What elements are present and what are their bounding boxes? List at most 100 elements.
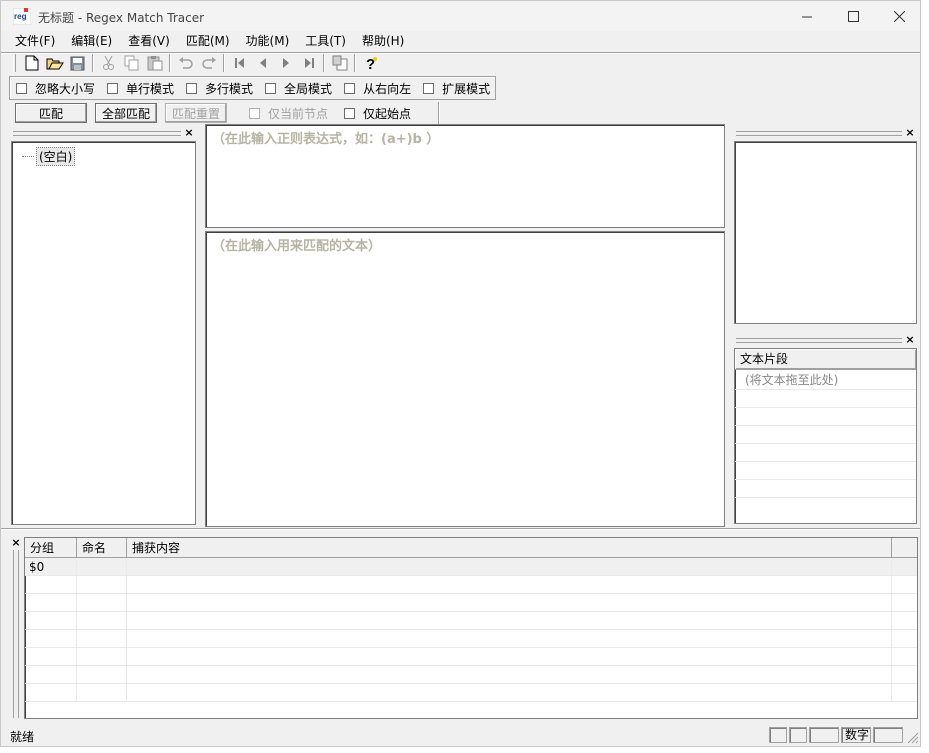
groups-table[interactable]: 分组 命名 捕获内容 $0 xyxy=(24,537,918,719)
menu-file[interactable]: 文件(F) xyxy=(7,31,63,52)
list-item xyxy=(735,444,916,462)
help-icon: ? xyxy=(366,56,377,71)
new-file-button[interactable] xyxy=(20,53,43,73)
match-all-button[interactable]: 全部匹配 xyxy=(95,103,157,123)
right-panel-close-icon[interactable]: × xyxy=(904,126,916,139)
last-icon xyxy=(304,58,314,68)
start-point-only-option[interactable]: 仅起始点 xyxy=(344,105,411,122)
regex-editor[interactable]: （在此输入正则表达式，如：(a+)b ） xyxy=(205,124,725,228)
panel-grip xyxy=(736,338,902,343)
toolbar-separator xyxy=(169,54,171,72)
right-panel-header: × xyxy=(734,126,916,140)
detail-view[interactable] xyxy=(734,141,917,324)
tree-root-node[interactable]: (空白) xyxy=(22,147,76,166)
table-row[interactable]: $0 xyxy=(25,558,917,576)
match-button[interactable]: 匹配 xyxy=(15,103,87,123)
snippets-list[interactable]: 文本片段 (将文本拖至此处) xyxy=(734,348,917,524)
groups-panel-close-icon[interactable]: × xyxy=(11,536,21,549)
minimize-button[interactable] xyxy=(784,1,830,31)
previous-icon xyxy=(259,58,266,68)
ignore-case-checkbox[interactable] xyxy=(16,82,27,94)
current-node-only-checkbox[interactable] xyxy=(249,107,260,119)
panel-grip xyxy=(13,131,181,136)
copy-button[interactable] xyxy=(120,53,143,73)
menu-help[interactable]: 帮助(H) xyxy=(354,31,412,52)
first-match-button[interactable] xyxy=(228,53,251,73)
toolbar: ? xyxy=(9,52,382,74)
previous-match-button[interactable] xyxy=(251,53,274,73)
paste-button[interactable] xyxy=(143,53,166,73)
close-button[interactable] xyxy=(876,1,920,31)
undo-button[interactable] xyxy=(174,53,197,73)
global-option[interactable]: 全局模式 xyxy=(265,80,332,97)
replace-button[interactable] xyxy=(328,53,351,73)
action-bar: 匹配 全部匹配 匹配重置 仅当前节点 仅起始点 xyxy=(9,101,423,125)
option-label: 扩展模式 xyxy=(442,81,491,96)
horizontal-splitter[interactable] xyxy=(1,528,920,530)
menu-edit[interactable]: 编辑(E) xyxy=(63,31,120,52)
first-icon xyxy=(234,58,244,68)
toolbar-grip[interactable] xyxy=(13,54,16,72)
multi-line-option[interactable]: 多行模式 xyxy=(186,80,253,97)
current-node-only-option[interactable]: 仅当前节点 xyxy=(249,105,328,122)
tree-panel-header: × xyxy=(11,126,195,140)
menu-view[interactable]: 查看(V) xyxy=(120,31,178,52)
tree-panel-close-icon[interactable]: × xyxy=(183,126,195,139)
paste-icon xyxy=(147,56,162,71)
snippets-panel-close-icon[interactable]: × xyxy=(904,333,916,346)
match-reset-button[interactable]: 匹配重置 xyxy=(165,103,227,123)
minimize-icon xyxy=(801,16,812,17)
table-row xyxy=(25,666,917,684)
menu-match[interactable]: 匹配(M) xyxy=(178,31,238,52)
right-to-left-checkbox[interactable] xyxy=(344,82,356,94)
single-line-option[interactable]: 单行模式 xyxy=(107,80,174,97)
single-line-checkbox[interactable] xyxy=(107,82,119,94)
table-row xyxy=(25,684,917,702)
multi-line-checkbox[interactable] xyxy=(186,82,198,94)
column-header-group[interactable]: 分组 xyxy=(25,538,77,557)
table-row xyxy=(25,630,917,648)
list-item xyxy=(735,480,916,498)
snippets-header[interactable]: 文本片段 xyxy=(735,349,916,370)
option-label: 仅起始点 xyxy=(363,106,412,121)
match-tree[interactable]: (空白) xyxy=(11,141,196,525)
list-item xyxy=(735,390,916,408)
regex-editor-placeholder: （在此输入正则表达式，如：(a+)b ） xyxy=(212,132,440,147)
option-label: 多行模式 xyxy=(205,81,254,96)
close-icon xyxy=(893,10,905,22)
cut-button[interactable] xyxy=(97,53,120,73)
extended-option[interactable]: 扩展模式 xyxy=(423,80,490,97)
extended-checkbox[interactable] xyxy=(423,82,435,94)
list-item xyxy=(735,426,916,444)
redo-button[interactable] xyxy=(197,53,220,73)
option-label: 仅当前节点 xyxy=(268,106,329,121)
right-to-left-option[interactable]: 从右向左 xyxy=(344,80,411,97)
undo-icon xyxy=(178,57,193,69)
ignore-case-option[interactable]: 忽略大小写 xyxy=(16,80,95,97)
copy-icon xyxy=(124,55,138,71)
option-label: 忽略大小写 xyxy=(35,81,96,96)
start-point-only-checkbox[interactable] xyxy=(344,107,356,119)
global-checkbox[interactable] xyxy=(265,82,277,94)
next-match-button[interactable] xyxy=(274,53,297,73)
help-button[interactable]: ? xyxy=(359,53,382,73)
last-match-button[interactable] xyxy=(297,53,320,73)
save-button[interactable] xyxy=(66,53,89,73)
resize-grip-icon[interactable] xyxy=(907,732,919,744)
table-row xyxy=(25,648,917,666)
groups-table-header: 分组 命名 捕获内容 xyxy=(25,538,917,558)
menu-function[interactable]: 功能(M) xyxy=(238,31,298,52)
menu-tools[interactable]: 工具(T) xyxy=(297,31,354,52)
status-pane xyxy=(789,727,807,743)
maximize-button[interactable] xyxy=(830,1,876,31)
cut-icon xyxy=(103,55,114,70)
groups-panel-grip[interactable] xyxy=(13,550,19,718)
text-editor[interactable]: （在此输入用来匹配的文本） xyxy=(205,231,725,527)
redo-icon xyxy=(201,57,216,69)
action-bar-edge xyxy=(438,102,440,124)
column-header-capture[interactable]: 捕获内容 xyxy=(127,538,892,557)
name-cell xyxy=(77,558,127,576)
title-bar: reg 无标题 - Regex Match Tracer xyxy=(1,1,920,31)
open-file-button[interactable] xyxy=(43,53,66,73)
column-header-name[interactable]: 命名 xyxy=(77,538,127,557)
